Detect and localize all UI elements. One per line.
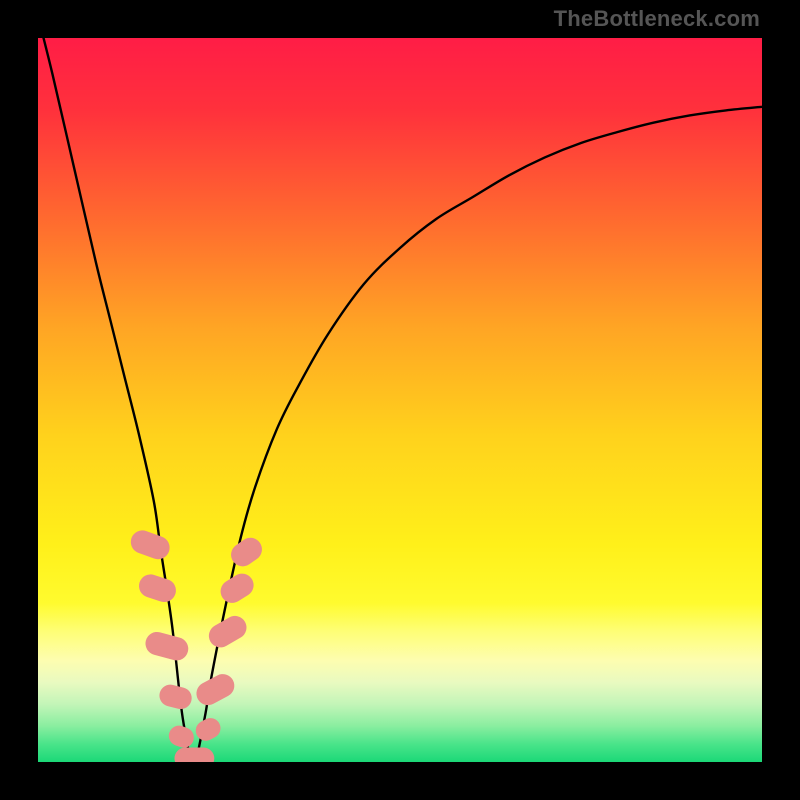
marker-pill <box>216 569 258 607</box>
plot-area <box>38 38 762 762</box>
marker-pill <box>157 682 194 711</box>
curve-layer <box>38 38 762 762</box>
marker-pill <box>205 612 251 652</box>
watermark-text: TheBottleneck.com <box>554 6 760 32</box>
marker-pill <box>192 670 238 709</box>
markers-group <box>128 527 267 762</box>
marker-pill <box>136 571 179 605</box>
bottleneck-curve <box>38 38 762 762</box>
chart-frame: TheBottleneck.com <box>0 0 800 800</box>
marker-pill <box>166 723 197 751</box>
marker-pill <box>143 629 191 663</box>
marker-pill <box>174 748 214 762</box>
marker-pill <box>192 715 224 745</box>
marker-pill <box>227 533 267 571</box>
marker-pill <box>128 527 173 562</box>
